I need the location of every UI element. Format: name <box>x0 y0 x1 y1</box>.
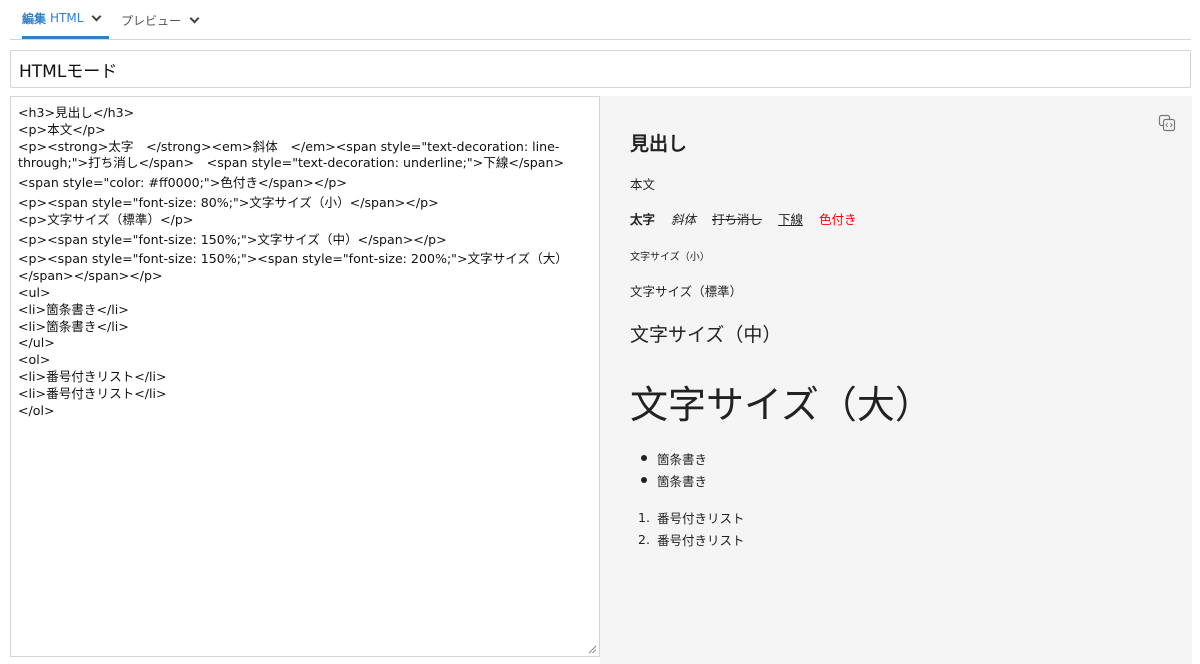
list-item-text: 番号付きリスト <box>657 532 745 548</box>
list-item-number: 1. <box>638 509 650 525</box>
code-line: <p><span style="font-size: 150%;">文字サイズ（… <box>18 231 447 247</box>
mode-tab-bar: 編集 HTML プレビュー <box>10 0 1191 40</box>
preview-underline: 下線 <box>778 212 804 227</box>
preview-style-row: 太字 斜体 打ち消し 下線 色付き <box>630 209 869 228</box>
list-item: 箇条書き <box>630 469 707 491</box>
tab-edit-strong: 編集 <box>22 11 47 26</box>
code-line: </ul> <box>18 335 55 351</box>
list-item-number: 2. <box>638 531 650 547</box>
preview-heading: 見出し <box>630 133 688 155</box>
copy-code-icon[interactable] <box>1158 114 1176 132</box>
preview-size-mid: 文字サイズ（中） <box>630 324 782 346</box>
chevron-down-icon <box>189 13 200 23</box>
tab-preview[interactable]: プレビュー <box>121 0 211 40</box>
preview-bullet-list: 箇条書き 箇条書き <box>630 447 707 491</box>
bullet-icon <box>641 455 647 461</box>
list-item-text: 箇条書き <box>657 473 708 489</box>
code-line: </span></span></p> <box>18 268 163 284</box>
code-line: through;">打ち消し</span> <span style="text-… <box>18 155 565 171</box>
tab-edit-html[interactable]: 編集 HTML <box>22 0 109 39</box>
list-item: 箇条書き <box>630 447 707 469</box>
code-line: <p>本文</p> <box>18 121 106 137</box>
code-line: <li>番号付きリスト</li> <box>18 385 167 401</box>
code-line: <p><span style="font-size: 80%;">文字サイズ（小… <box>18 194 439 210</box>
preview-size-large: 文字サイズ（大） <box>630 383 933 427</box>
preview-strikethrough: 打ち消し <box>712 212 763 227</box>
code-line: <ul> <box>18 284 51 300</box>
list-item: 2. 番号付きリスト <box>630 528 745 550</box>
preview-size-small: 文字サイズ（小） <box>630 252 710 263</box>
code-line: <li>箇条書き</li> <box>18 301 129 317</box>
code-line: <span style="color: #ff0000;">色付き</span>… <box>18 175 347 191</box>
code-line: <p>文字サイズ（標準）</p> <box>18 211 194 227</box>
tab-preview-label: プレビュー <box>121 13 182 28</box>
tab-edit-label: HTML <box>50 11 84 25</box>
mode-title-input[interactable]: HTMLモード <box>10 50 1191 88</box>
code-line: <h3>見出し</h3> <box>18 105 135 120</box>
list-item-text: 番号付きリスト <box>657 510 745 526</box>
preview-colored: 色付き <box>819 212 857 227</box>
html-editor-textarea[interactable]: <h3>見出し</h3> <p>本文</p> <p><strong>太字 </s… <box>10 96 600 657</box>
code-line: </ol> <box>18 402 55 418</box>
code-line: <li>箇条書き</li> <box>18 318 129 334</box>
chevron-down-icon <box>91 11 102 21</box>
list-item-text: 箇条書き <box>657 451 708 467</box>
code-line: <p><span style="font-size: 150%;"><span … <box>18 251 568 267</box>
preview-size-normal: 文字サイズ（標準） <box>630 284 743 299</box>
preview-italic: 斜体 <box>671 212 697 227</box>
bullet-icon <box>641 477 647 483</box>
code-line: <ol> <box>18 352 51 368</box>
resize-grip-icon[interactable] <box>588 645 597 654</box>
preview-numbered-list: 1. 番号付きリスト 2. 番号付きリスト <box>630 506 745 550</box>
code-line: <li>番号付きリスト</li> <box>18 368 167 384</box>
preview-bold: 太字 <box>630 212 656 227</box>
preview-body-text: 本文 <box>630 177 656 192</box>
code-line: <p><strong>太字 </strong><em>斜体 </em><span… <box>18 138 560 154</box>
list-item: 1. 番号付きリスト <box>630 506 745 528</box>
preview-pane: 見出し 本文 太字 斜体 打ち消し 下線 色付き 文字サイズ（小） 文字サイズ（… <box>600 96 1192 664</box>
mode-title-value: HTMLモード <box>19 61 118 82</box>
